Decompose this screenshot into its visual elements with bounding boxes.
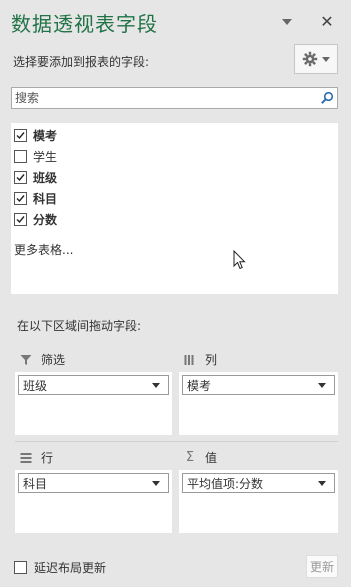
values-area[interactable]: 平均值项:分数: [179, 470, 338, 533]
column-field-pill[interactable]: 模考: [182, 375, 335, 395]
field-checkbox[interactable]: [14, 149, 27, 163]
checkmark-icon: [16, 194, 25, 202]
field-item-mokao[interactable]: 模考: [14, 126, 57, 144]
mouse-cursor-icon: [233, 250, 246, 270]
checkmark-icon: [16, 215, 25, 223]
filter-field-pill[interactable]: 班级: [18, 375, 169, 395]
filters-area-title: 筛选: [41, 353, 66, 367]
chevron-down-icon[interactable]: [152, 382, 160, 388]
rows-area-title: 行: [41, 451, 54, 465]
close-button[interactable]: ✕: [317, 12, 337, 32]
values-area-header: Σ 值: [183, 449, 217, 466]
drag-fields-label: 在以下区域间拖动字段:: [17, 319, 142, 333]
rows-area[interactable]: 科目: [15, 470, 172, 533]
task-pane-options-button[interactable]: [277, 12, 297, 32]
field-checkbox[interactable]: [14, 212, 27, 226]
chevron-down-icon: [282, 19, 292, 25]
rows-area-header: 行: [19, 449, 53, 466]
chevron-down-icon[interactable]: [152, 480, 160, 486]
checkmark-icon: [16, 173, 25, 181]
choose-fields-label: 选择要添加到报表的字段:: [13, 55, 150, 69]
chevron-down-icon[interactable]: [318, 382, 326, 388]
area-divider: [15, 441, 338, 442]
update-button[interactable]: 更新: [306, 555, 338, 578]
gear-icon: [302, 51, 318, 67]
field-checkbox[interactable]: [14, 191, 27, 205]
defer-update-label: 延迟布局更新: [34, 561, 107, 575]
field-label: 学生: [33, 149, 58, 164]
sigma-icon: Σ: [185, 450, 195, 465]
defer-update-option[interactable]: 延迟布局更新: [14, 559, 106, 576]
field-label: 模考: [33, 128, 58, 143]
field-item-kemu[interactable]: 科目: [14, 189, 57, 207]
chevron-down-icon: [322, 56, 330, 62]
panel-title: 数据透视表字段: [11, 12, 158, 36]
filters-area[interactable]: 班级: [15, 372, 172, 435]
pill-label: 平均值项:分数: [187, 476, 264, 491]
field-label: 科目: [33, 191, 58, 206]
columns-icon: [183, 353, 197, 367]
field-label: 分数: [33, 212, 58, 227]
close-icon: ✕: [320, 12, 334, 31]
tools-button[interactable]: [294, 44, 338, 74]
pill-label: 科目: [23, 476, 48, 491]
columns-area[interactable]: 模考: [179, 372, 338, 435]
filters-area-header: 筛选: [19, 351, 65, 368]
checkmark-icon: [16, 131, 25, 139]
defer-update-checkbox[interactable]: [14, 561, 27, 574]
columns-area-title: 列: [205, 353, 218, 367]
field-checkbox[interactable]: [14, 170, 27, 184]
chevron-down-icon[interactable]: [318, 480, 326, 486]
rows-icon: [19, 451, 33, 465]
filter-icon: [19, 353, 33, 367]
row-field-pill[interactable]: 科目: [18, 473, 169, 493]
pill-label: 班级: [23, 378, 48, 393]
field-list: 模考 学生 班级 科目 分数 更多表格...: [11, 123, 338, 294]
more-tables-link[interactable]: 更多表格...: [14, 241, 73, 258]
value-field-pill[interactable]: 平均值项:分数: [182, 473, 335, 493]
field-item-xuesheng[interactable]: 学生: [14, 147, 57, 165]
search-input[interactable]: [12, 91, 317, 105]
field-item-banji[interactable]: 班级: [14, 168, 57, 186]
search-box[interactable]: [11, 87, 338, 109]
field-label: 班级: [33, 170, 58, 185]
pill-label: 模考: [187, 378, 212, 393]
search-icon[interactable]: [317, 88, 337, 108]
values-area-title: 值: [205, 451, 218, 465]
columns-area-header: 列: [183, 351, 217, 368]
field-item-fenshu[interactable]: 分数: [14, 210, 57, 228]
field-checkbox[interactable]: [14, 128, 27, 142]
